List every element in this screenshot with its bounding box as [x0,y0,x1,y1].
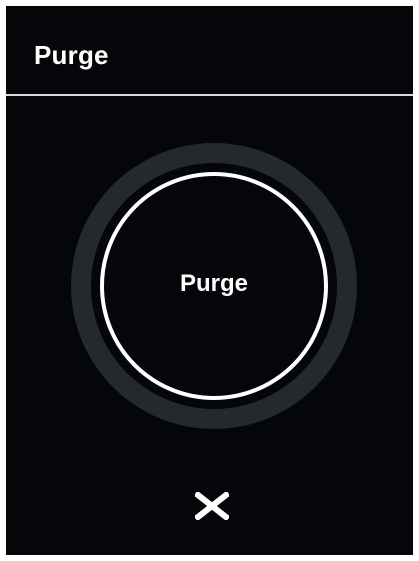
purge-button[interactable]: Purge [100,172,328,400]
page-title: Purge [34,40,109,70]
close-button[interactable] [192,486,232,526]
header: Purge [6,6,413,96]
purge-button-label: Purge [179,270,248,297]
purge-screen: Purge Purge [6,6,413,555]
close-icon [195,492,229,520]
